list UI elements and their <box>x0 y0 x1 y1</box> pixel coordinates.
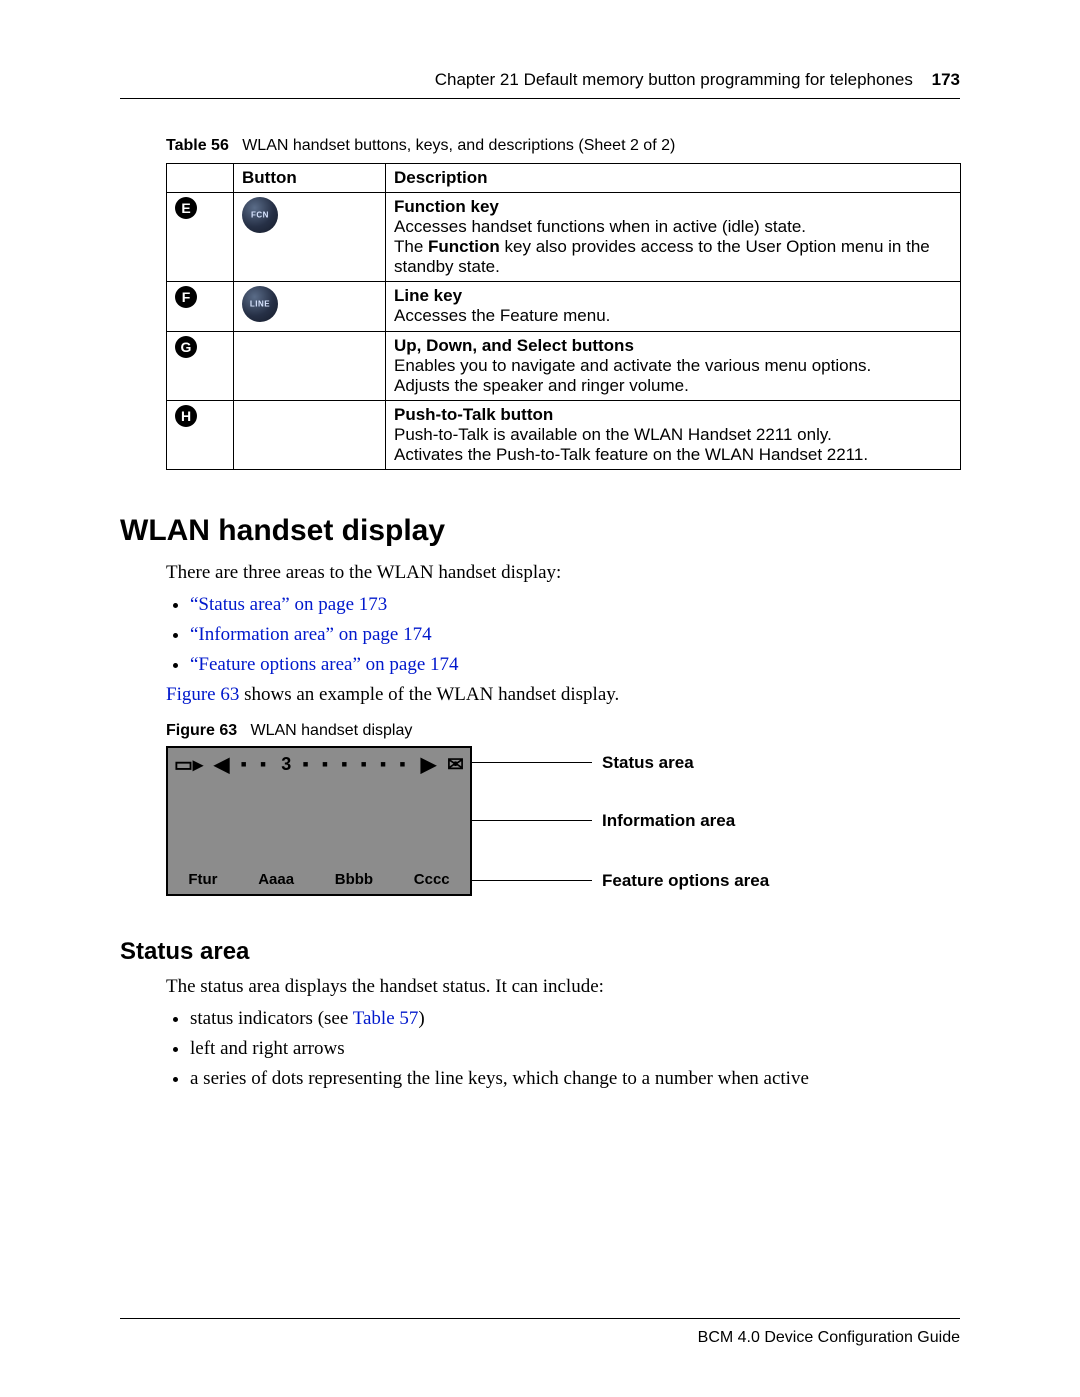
row-body: Accesses handset functions when in activ… <box>394 217 952 237</box>
col-marker-head <box>167 164 234 193</box>
page-header: Chapter 21 Default memory button program… <box>120 70 960 99</box>
row-marker: H <box>175 405 197 427</box>
subsection-intro: The status area displays the handset sta… <box>166 976 960 998</box>
chapter-title: Chapter 21 Default memory button program… <box>435 70 913 89</box>
line-key-icon <box>242 286 278 322</box>
row-body: Activates the Push-to-Talk feature on th… <box>394 445 952 465</box>
cross-ref-link[interactable]: “Feature options area” on page 174 <box>190 654 459 675</box>
row-marker: E <box>175 197 197 219</box>
buttons-table: Button Description E Function key Access… <box>166 163 961 470</box>
figure-caption: Figure 63 WLAN handset display <box>166 722 960 740</box>
status-list: status indicators (see Table 57) left an… <box>190 1008 960 1090</box>
softkey-label: Aaaa <box>258 871 294 888</box>
list-item: “Status area” on page 173 <box>190 594 960 616</box>
list-item: “Feature options area” on page 174 <box>190 654 960 676</box>
section-intro: There are three areas to the WLAN handse… <box>166 562 960 584</box>
row-marker: F <box>175 286 197 308</box>
leader-line <box>472 820 592 821</box>
cross-ref-link[interactable]: “Information area” on page 174 <box>190 624 432 645</box>
handset-display: ▭▸ ◀ ▪ ▪ 3 ▪ ▪ ▪ ▪ ▪ ▪ ▶ ✉ Ftur Aaaa Bbb… <box>166 746 472 896</box>
softkey-label: Ftur <box>188 871 217 888</box>
left-arrow-icon: ◀ <box>214 752 229 777</box>
row-body: Enables you to navigate and activate the… <box>394 356 952 376</box>
col-desc-head: Description <box>386 164 961 193</box>
row-body: Accesses the Feature menu. <box>394 306 952 326</box>
subsection-heading: Status area <box>120 938 960 966</box>
list-item: “Information area” on page 174 <box>190 624 960 646</box>
table-header-row: Button Description <box>167 164 961 193</box>
footer-text: BCM 4.0 Device Configuration Guide <box>698 1329 960 1346</box>
table-ref-link[interactable]: Table 57 <box>353 1008 419 1029</box>
table-row: E Function key Accesses handset function… <box>167 193 961 282</box>
col-button-head: Button <box>234 164 386 193</box>
link-list: “Status area” on page 173 “Information a… <box>190 594 960 676</box>
row-title: Up, Down, and Select buttons <box>394 336 952 356</box>
figure-caption-label: Figure 63 <box>166 722 237 739</box>
table-caption-text: WLAN handset buttons, keys, and descript… <box>242 137 675 154</box>
softkey-label: Cccc <box>414 871 450 888</box>
figure: ▭▸ ◀ ▪ ▪ 3 ▪ ▪ ▪ ▪ ▪ ▪ ▶ ✉ Ftur Aaaa Bbb… <box>166 746 916 906</box>
page-footer: BCM 4.0 Device Configuration Guide <box>120 1318 960 1347</box>
figure-ref-link[interactable]: Figure 63 <box>166 684 239 705</box>
status-row: ▭▸ ◀ ▪ ▪ 3 ▪ ▪ ▪ ▪ ▪ ▪ ▶ ✉ <box>168 748 470 780</box>
figure-caption-text: WLAN handset display <box>250 722 412 739</box>
active-line-digit: 3 <box>281 754 291 775</box>
row-marker: G <box>175 336 197 358</box>
cross-ref-link[interactable]: “Status area” on page 173 <box>190 594 387 615</box>
row-body: Push-to-Talk is available on the WLAN Ha… <box>394 425 952 445</box>
page: Chapter 21 Default memory button program… <box>0 0 1080 1397</box>
figure-reference-para: Figure 63 shows an example of the WLAN h… <box>166 684 960 706</box>
table-caption: Table 56 WLAN handset buttons, keys, and… <box>166 137 960 155</box>
leader-line <box>472 880 592 881</box>
figure-label-info: Information area <box>602 812 735 829</box>
row-body: The Function key also provides access to… <box>394 237 952 277</box>
fcn-key-icon <box>242 197 278 233</box>
line-dots: ▪ ▪ <box>240 754 270 775</box>
figure-label-status: Status area <box>602 754 694 771</box>
battery-icon: ▭▸ <box>174 752 203 777</box>
row-title: Line key <box>394 286 952 306</box>
row-title: Push-to-Talk button <box>394 405 952 425</box>
row-title: Function key <box>394 197 952 217</box>
table-row: G Up, Down, and Select buttons Enables y… <box>167 332 961 401</box>
line-dots: ▪ ▪ ▪ ▪ ▪ ▪ <box>302 754 409 775</box>
table-row: F Line key Accesses the Feature menu. <box>167 282 961 332</box>
leader-line <box>472 762 592 763</box>
list-item: a series of dots representing the line k… <box>190 1068 960 1090</box>
table-caption-label: Table 56 <box>166 137 229 154</box>
section-heading: WLAN handset display <box>120 514 960 548</box>
feature-row: Ftur Aaaa Bbbb Cccc <box>168 871 470 888</box>
table-row: H Push-to-Talk button Push-to-Talk is av… <box>167 401 961 470</box>
row-body: Adjusts the speaker and ringer volume. <box>394 376 952 396</box>
figure-label-feat: Feature options area <box>602 872 769 889</box>
page-number: 173 <box>932 70 960 89</box>
list-item: left and right arrows <box>190 1038 960 1060</box>
envelope-icon: ✉ <box>447 752 464 777</box>
right-arrow-icon: ▶ <box>421 752 436 777</box>
list-item: status indicators (see Table 57) <box>190 1008 960 1030</box>
softkey-label: Bbbb <box>335 871 373 888</box>
